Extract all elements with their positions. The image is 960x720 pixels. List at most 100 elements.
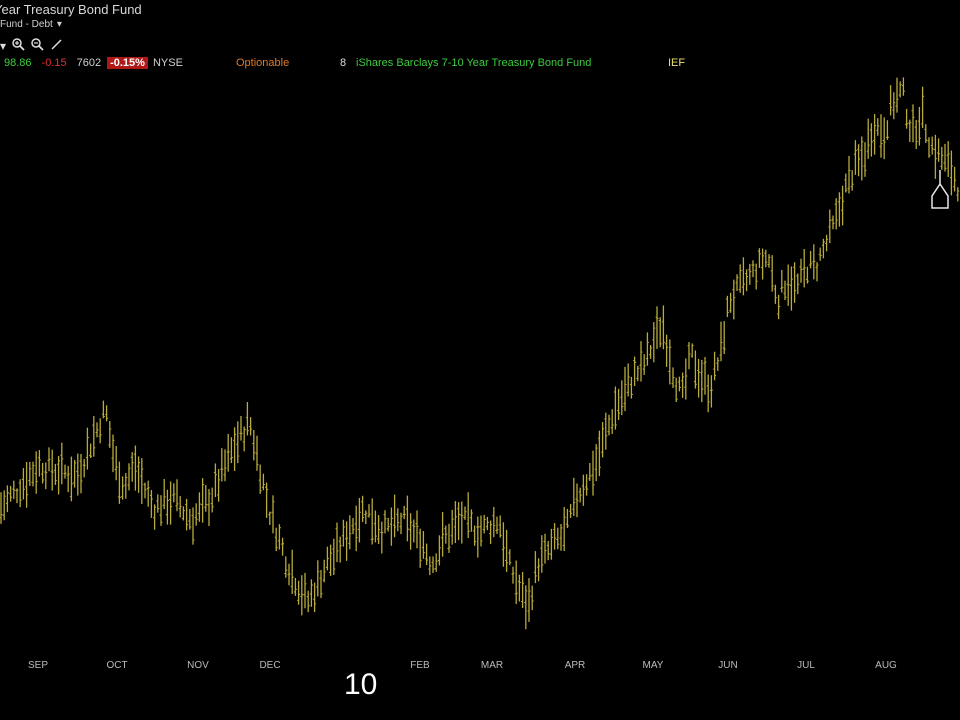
flag-marker: 8 [340,57,347,69]
ohlc-bar [655,306,659,349]
ohlc-bar [25,462,29,508]
ohlc-bar [604,412,608,450]
ohlc-bar [412,519,416,543]
ohlc-bar [751,260,755,278]
ohlc-bar [197,492,201,522]
ohlc-bar [415,510,419,549]
ohlc-bar [761,248,765,280]
ohlc-bar [777,294,781,320]
ohlc-bar [745,269,749,292]
ohlc-bar [386,517,390,532]
ohlc-bar [156,494,160,513]
ohlc-bar [108,421,112,448]
ohlc-bar [82,459,86,478]
ohlc-bar [485,516,489,531]
ohlc-bar [885,120,889,140]
ohlc-bar [252,429,256,461]
ohlc-bar [780,269,784,293]
ohlc-bar [895,77,899,113]
ohlc-bar [802,248,806,288]
price-chart[interactable]: SEP OCT NOV DEC FEB MAR APR MAY JUN JUL AUG 10 [0,0,960,720]
ohlc-bar [805,266,809,284]
month-tick-label: APR [565,660,586,671]
ohlc-bar [789,266,793,311]
ohlc-bar [31,461,35,487]
ohlc-bar [220,448,224,482]
ohlc-bar [463,506,467,520]
ohlc-bar [383,510,387,534]
ohlc-bar [588,463,592,481]
ohlc-bar [15,488,19,504]
ohlc-bar [105,405,109,422]
ohlc-bar [377,515,381,544]
ohlc-bar [85,427,89,470]
ohlc-bar [613,386,617,430]
ohlc-bar [809,250,813,269]
security-name[interactable]: iShares Barclays 7-10 Year Treasury Bond… [356,57,591,69]
ohlc-bar [850,170,854,191]
quote-bar: 98.86 -0.15 7602 -0.15% NYSE [4,57,183,69]
ohlc-bar [930,136,934,155]
ohlc-bar [649,345,653,359]
ohlc-bar [540,535,544,573]
ohlc-bar [559,524,563,551]
ohlc-bar [165,489,169,525]
zoom-out-icon[interactable] [30,37,44,54]
ohlc-bar [661,305,665,350]
ohlc-bar [322,559,326,583]
ohlc-bar [732,279,736,320]
fund-category[interactable]: Fund - Debt ▾ [0,19,62,30]
drawing-anchor-icon[interactable] [931,170,949,209]
ohlc-bar [178,496,182,518]
ohlc-bar [556,527,560,550]
draw-line-icon[interactable] [49,37,63,54]
month-tick-label: AUG [875,660,897,671]
ticker-symbol[interactable]: IEF [668,57,685,69]
ohlc-bar [146,480,150,507]
ohlc-bar [578,487,582,503]
ohlc-bar [914,119,918,150]
ohlc-bar [793,262,797,303]
ohlc-bar [421,531,425,559]
ohlc-bar [57,455,61,495]
ohlc-bar [863,142,867,177]
exchange: NYSE [152,57,183,69]
ohlc-bar [940,146,944,170]
ohlc-bar [546,540,550,561]
ohlc-bar [889,85,893,116]
ohlc-bar [514,560,518,605]
ohlc-bar [831,215,835,230]
ohlc-bar [50,449,54,491]
ohlc-bar [937,138,941,162]
ohlc-bar [341,519,345,547]
zoom-in-icon[interactable] [11,37,25,54]
ohlc-bar [524,585,528,630]
ohlc-bar [121,476,125,500]
ohlc-bar [949,150,953,196]
ohlc-bar [409,513,413,550]
ohlc-bar [866,118,870,159]
ohlc-bar [783,280,787,301]
ohlc-bar [53,463,57,485]
ohlc-bar [389,507,393,546]
ohlc-bar [706,374,710,413]
ohlc-bar [821,238,825,259]
ohlc-bar [767,254,771,268]
ohlc-bar [181,506,185,521]
ohlc-bar [281,537,285,556]
ohlc-bar [268,511,272,525]
ohlc-bar [786,264,790,306]
ohlc-bar [287,563,291,586]
ohlc-bar [137,456,141,493]
ohlc-bar [799,258,803,283]
ohlc-bar [857,144,861,177]
ohlc-bar [18,479,22,508]
volume: 7602 [76,57,102,69]
ohlc-bar [898,81,902,98]
ohlc-bar [796,273,800,295]
chevron-down-icon[interactable]: ▾ [57,19,62,30]
ohlc-bar [133,445,137,491]
ohlc-bar [764,249,768,268]
month-tick-label: JUL [797,660,815,671]
chevron-down-icon[interactable]: ▾ [0,39,6,53]
